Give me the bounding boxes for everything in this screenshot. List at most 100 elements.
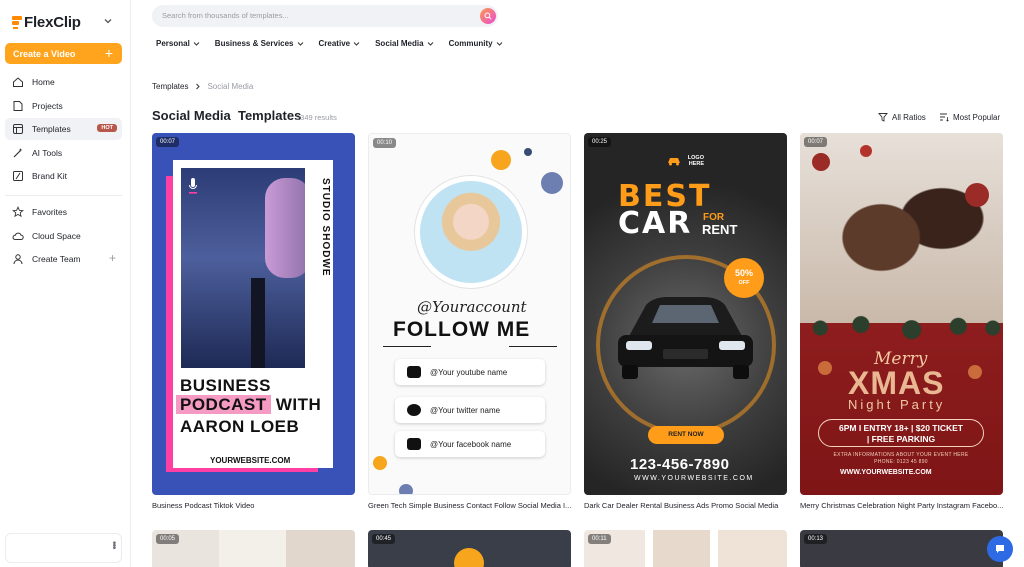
template-card[interactable]: 00:11 [584, 530, 787, 567]
template-card[interactable]: 00:05 [152, 530, 355, 567]
star-icon [12, 206, 24, 218]
night-party-text: Night Party [848, 397, 946, 412]
category-creative[interactable]: Creative [319, 39, 361, 48]
sidebar-item-label: Home [32, 77, 55, 87]
microphone-shape [265, 178, 305, 278]
chat-icon [996, 545, 1004, 553]
divider-line [383, 346, 431, 347]
website-text: WWW.YOURWEBSITE.COM [840, 469, 932, 476]
car-text: CAR [618, 206, 693, 241]
sort-icon [940, 113, 949, 122]
youtube-label: @Your youtube name [430, 367, 508, 377]
duration-badge: 00:13 [804, 534, 828, 544]
category-community[interactable]: Community [449, 39, 503, 48]
ticket-info-box: 6PM I ENTRY 18+ | $20 TICKET | FREE PARKI… [818, 419, 984, 447]
create-video-label: Create a Video [13, 48, 76, 59]
breadcrumb: Templates Social Media [152, 82, 253, 91]
sidebar-item-brand-kit[interactable]: Brand Kit [5, 165, 122, 187]
card-caption[interactable]: Merry Christmas Celebration Night Party … [800, 501, 1005, 510]
flexclip-logo[interactable]: FlexClip [12, 14, 81, 31]
template-card[interactable]: 00:45 [368, 530, 571, 567]
sidebar-item-create-team[interactable]: Create Team + [5, 248, 122, 270]
ornament-icon [812, 153, 830, 171]
twitter-row: @Your twitter name [395, 397, 545, 423]
chevron-down-icon[interactable] [103, 16, 113, 26]
breadcrumb-current: Social Media [207, 82, 254, 91]
sort-filter-label: Most Popular [953, 112, 1001, 122]
microphone-photo [181, 168, 305, 368]
chevron-down-icon [297, 42, 303, 46]
avatar [420, 181, 522, 283]
sidebar-item-favorites[interactable]: Favorites [5, 201, 122, 223]
chevron-down-icon [353, 42, 360, 46]
chevron-right-icon [196, 83, 201, 90]
main-nav: Home Projects Templates HOT AI Tools Bra… [5, 71, 122, 189]
template-card-xmas-party[interactable]: 00:07 Merry XMAS Night Party 6PM I ENTRY… [800, 133, 1003, 495]
template-card[interactable]: 00:13 [800, 530, 1003, 567]
headline-line2: PODCAST WITH [176, 395, 321, 415]
logo-text: FlexClip [24, 14, 81, 31]
template-card-follow-me[interactable]: 00:10 @Youraccount FOLLOW ME @Your youtu… [368, 133, 571, 495]
account-card[interactable]: ••• [5, 533, 122, 563]
facebook-row: @Your facebook name [395, 431, 545, 457]
category-social-media[interactable]: Social Media [375, 39, 433, 48]
rent-now-button: RENT NOW [648, 426, 724, 444]
sidebar-item-templates[interactable]: Templates HOT [5, 118, 122, 141]
home-icon [454, 548, 484, 567]
card-caption[interactable]: Business Podcast Tiktok Video [152, 501, 357, 510]
add-team-icon[interactable]: + [109, 251, 116, 265]
ratio-filter[interactable]: All Ratios [878, 112, 926, 122]
sidebar-item-label: AI Tools [32, 147, 63, 158]
sidebar-item-label: Favorites [32, 207, 67, 217]
sidebar-item-home[interactable]: Home [5, 71, 122, 93]
category-nav: Personal Business & Services Creative So… [156, 39, 503, 48]
card-caption[interactable]: Green Tech Simple Business Contact Follo… [368, 501, 573, 510]
sidebar-item-label: Cloud Space [32, 230, 81, 241]
sidebar-item-cloud-space[interactable]: Cloud Space [5, 225, 122, 247]
decor-dot [373, 456, 387, 470]
template-icon [13, 124, 23, 135]
category-personal[interactable]: Personal [156, 39, 200, 48]
ornament-icon [860, 145, 872, 157]
sidebar-item-projects[interactable]: Projects [5, 95, 122, 117]
twitter-icon [407, 404, 421, 416]
search-bar[interactable]: Search from thousands of templates... [152, 5, 498, 27]
search-input[interactable]: Search from thousands of templates... [162, 11, 289, 20]
more-options-icon[interactable]: ••• [108, 541, 119, 549]
duration-badge: 00:11 [588, 534, 611, 544]
search-button[interactable] [480, 8, 496, 24]
template-card-car-rent[interactable]: 00:25 LOGO HERE BEST CAR FOR RENT 50% OFF … [584, 133, 787, 495]
duration-badge: 00:10 [373, 138, 397, 148]
sidebar-item-ai-tools[interactable]: AI Tools [5, 142, 122, 164]
user-icon [13, 254, 23, 265]
sidebar-item-label: Templates [32, 124, 71, 135]
chat-support-button[interactable] [987, 536, 1013, 562]
follow-heading: FOLLOW ME [393, 318, 531, 341]
duration-badge: 00:25 [588, 137, 612, 147]
filter-icon [878, 113, 888, 122]
home-icon [13, 77, 23, 87]
decor-dot [524, 148, 532, 156]
decor-dot [399, 484, 413, 494]
car-image [618, 297, 753, 379]
sort-filter[interactable]: Most Popular [939, 112, 1000, 122]
youtube-icon [407, 366, 421, 378]
party-photo [800, 133, 1003, 323]
create-video-button[interactable]: Create a Video + [5, 43, 122, 64]
card-caption[interactable]: Dark Car Dealer Rental Business Ads Prom… [584, 501, 789, 510]
logo-mark-icon [12, 15, 22, 30]
duration-badge: 00:07 [804, 137, 828, 147]
template-card-podcast[interactable]: 00:07 STUDIO SHODWE BUSINESS PODCAST WIT… [152, 133, 355, 495]
category-business-services[interactable]: Business & Services [215, 39, 304, 48]
ornament-icon [965, 183, 989, 207]
divider-line [509, 346, 557, 347]
ornament-icon [818, 361, 832, 375]
event-info: EXTRA INFORMATIONS ABOUT YOUR EVENT HERE… [833, 452, 969, 465]
secondary-nav: Favorites Cloud Space Create Team + [5, 201, 122, 272]
breadcrumb-templates[interactable]: Templates [152, 82, 188, 91]
hot-badge: HOT [97, 124, 117, 133]
phone-number: 123-456-7890 [630, 456, 730, 473]
ratio-filter-label: All Ratios [892, 112, 926, 122]
pine-garland [800, 311, 1003, 345]
cloud-icon [12, 232, 24, 240]
